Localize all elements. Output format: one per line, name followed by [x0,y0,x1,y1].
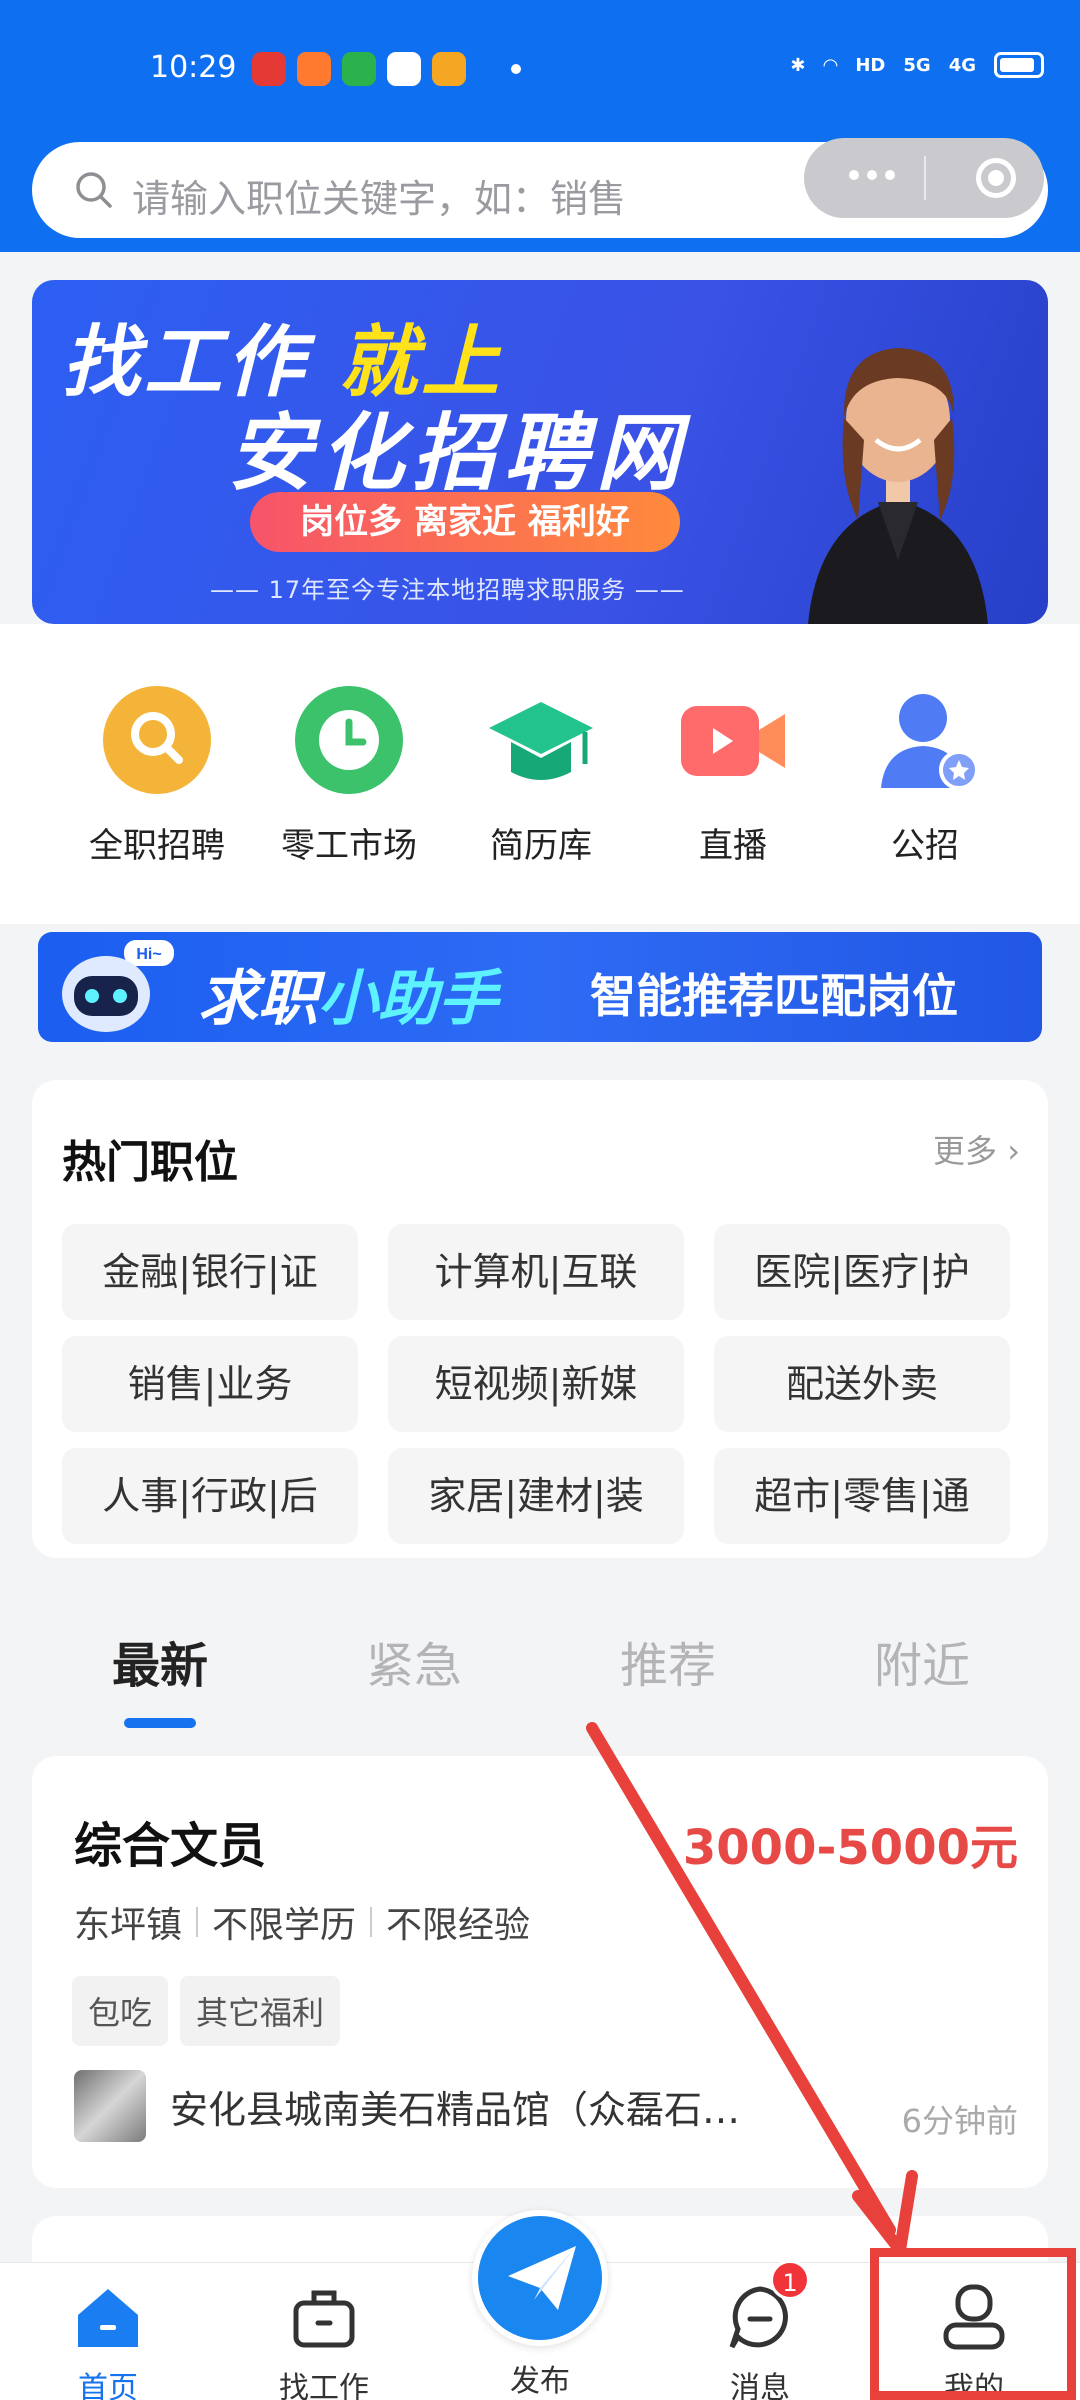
tab-find-job[interactable]: 找工作 [244,2281,404,2400]
category-resume-library[interactable]: 简历库 [446,684,636,867]
hot-job-tag[interactable]: 计算机|互联 [388,1224,684,1320]
hot-job-tag[interactable]: 短视频|新媒 [388,1336,684,1432]
publish-button[interactable] [472,2210,608,2346]
divider [196,1907,199,1937]
job-salary: 3000-5000元 [682,1820,1018,1876]
graduation-cap-icon [489,702,593,780]
svg-text:Hi~: Hi~ [136,946,161,963]
bluetooth-icon: ✱ [790,54,806,76]
welfare-tags: 包吃 其它福利 [72,1976,341,2046]
category-live[interactable]: 直播 [638,684,828,867]
tab-messages[interactable]: 消息 [680,2281,840,2400]
notification-icons [252,52,521,86]
toutiao-app-icon [252,52,286,86]
hd-badge: HD [855,54,886,76]
assistant-title: 求职小助手 [198,964,498,1034]
robot-icon: Hi~ [62,940,174,1032]
annotation-highlight-box [870,2248,1076,2400]
job-education: 不限学历 [212,1905,357,1946]
signal-4g: 4G [948,54,976,76]
hot-job-tag[interactable]: 配送外卖 [714,1336,1010,1432]
tab-label: 消息 [730,2371,790,2400]
app-icon-orange [297,52,331,86]
close-miniprogram-icon[interactable] [976,158,1016,198]
job-experience: 不限经验 [386,1905,531,1946]
weibo-app-icon [432,52,466,86]
status-time: 10:29 [150,50,237,85]
job-title: 综合文员 [74,1818,267,1874]
category-label: 全职招聘 [89,826,225,866]
publish-label: 发布 [510,2364,570,2399]
more-menu-icon[interactable] [849,170,895,180]
user-badge-icon [881,694,979,790]
app-icon-wallet [387,52,421,86]
category-gig-market[interactable]: 零工市场 [254,684,444,867]
tab-urgent[interactable]: 紧急 [366,1626,462,1696]
posted-time: 6分钟前 [901,2102,1018,2140]
capsule-divider [924,156,926,200]
hot-job-tag[interactable]: 家居|建材|装 [388,1448,684,1544]
clock-icon [295,686,403,794]
system-indicators: ✱ ◠ HD 5G 4G [790,52,1044,78]
battery-icon [994,52,1044,78]
hot-job-tag[interactable]: 医院|医疗|护 [714,1224,1010,1320]
tab-nearby[interactable]: 附近 [874,1626,970,1696]
banner-subtitle: —— 17年至今专注本地招聘求职服务 —— [210,576,685,604]
job-card[interactable]: 综合文员 3000-5000元 东坪镇 不限学历 不限经验 包吃 其它福利 安化… [32,1756,1048,2188]
status-bar: 10:29 ✱ ◠ HD 5G 4G [0,0,1080,140]
job-meta: 东坪镇 不限学历 不限经验 [74,1896,530,1948]
hot-job-tag[interactable]: 金融|银行|证 [62,1224,358,1320]
job-location: 东坪镇 [74,1905,183,1946]
paper-plane-icon [508,2246,576,2310]
active-tab-indicator [124,1718,196,1728]
company-name: 安化县城南美石精品馆（众磊石… [170,2087,741,2132]
company-logo [74,2070,146,2142]
tab-recommended[interactable]: 推荐 [620,1626,716,1696]
company-row: 安化县城南美石精品馆（众磊石… [74,2070,740,2142]
category-label: 简历库 [490,826,592,866]
search-icon [103,686,211,794]
hot-jobs-card: 热门职位 更多 › 金融|银行|证 计算机|互联 医院|医疗|护 销售|业务 短… [32,1080,1048,1558]
message-badge: 1 [770,2260,810,2300]
search-icon [76,172,112,208]
hot-job-tag[interactable]: 销售|业务 [62,1336,358,1432]
banner-person-image [808,348,988,624]
chevron-right-icon: › [1007,1132,1020,1170]
signal-5g: 5G [903,54,931,76]
page: 10:29 ✱ ◠ HD 5G 4G 请输入职位关键字，如：销售 找工作 就上 … [0,0,1080,2400]
divider [370,1907,373,1937]
miniprogram-capsule [804,138,1044,218]
category-grid: 全职招聘 零工市场 简历库 直播 公招 [0,624,1080,924]
tab-label: 找工作 [279,2371,369,2400]
more-notifications-dot [511,64,521,74]
welfare-tag: 其它福利 [180,1976,341,2046]
more-link[interactable]: 更多 › [933,1126,1020,1172]
welfare-tag: 包吃 [72,1976,169,2046]
banner-pill: 岗位多 离家近 福利好 [250,492,680,552]
category-public-recruit[interactable]: 公招 [830,684,1020,867]
video-camera-icon [681,706,785,776]
category-fulltime[interactable]: 全职招聘 [62,684,252,867]
tab-home[interactable]: 首页 [28,2281,188,2400]
briefcase-icon [293,2290,355,2348]
category-label: 零工市场 [281,826,417,866]
hot-job-tag[interactable]: 超市|零售|通 [714,1448,1010,1544]
hot-jobs-title: 热门职位 [62,1137,238,1188]
category-label: 公招 [891,826,959,866]
assistant-description: 智能推荐匹配岗位 [590,969,958,1023]
banner-line2: 安化招聘网 [228,404,689,502]
header: 10:29 ✱ ◠ HD 5G 4G 请输入职位关键字，如：销售 [0,0,1080,252]
home-icon [78,2289,138,2347]
search-placeholder: 请输入职位关键字，如：销售 [132,177,627,221]
job-assistant-banner[interactable]: Hi~ 求职小助手 智能推荐匹配岗位 [38,932,1042,1042]
wifi-icon: ◠ [823,54,838,76]
tab-label: 首页 [78,2371,138,2400]
hot-job-tag[interactable]: 人事|行政|后 [62,1448,358,1544]
app-icon-green [342,52,376,86]
category-label: 直播 [699,826,767,866]
tab-latest[interactable]: 最新 [112,1626,208,1696]
promo-banner[interactable]: 找工作 就上 安化招聘网 岗位多 离家近 福利好 —— 17年至今专注本地招聘求… [32,280,1048,624]
